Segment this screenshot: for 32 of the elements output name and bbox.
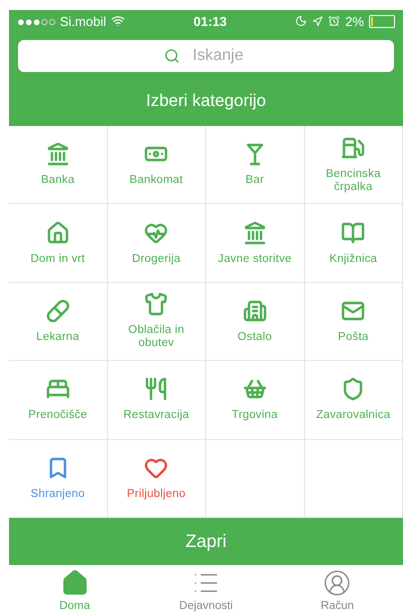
category-button[interactable]: Restavracija	[108, 361, 206, 440]
moon-icon	[295, 15, 308, 27]
battery-icon	[369, 14, 395, 28]
house-icon	[60, 568, 89, 597]
category-button[interactable]: Dom in vrt	[9, 204, 108, 283]
battery-percent: 2%	[345, 14, 364, 28]
category-button[interactable]: Drogerija	[108, 204, 206, 283]
clock-time: 01:13	[194, 14, 227, 28]
category-button[interactable]: Zavarovalnica	[304, 361, 403, 440]
category-button[interactable]: Pošta	[304, 282, 403, 362]
category-button[interactable]: Bankomat	[108, 126, 206, 204]
search-icon	[164, 48, 180, 64]
search-field[interactable]: Iskanje	[18, 40, 394, 72]
category-button[interactable]: Ostalo	[206, 282, 304, 362]
category-button[interactable]: Bencinska črpalka	[304, 126, 403, 204]
category-button[interactable]: Trgovina	[206, 361, 304, 440]
user-icon	[323, 568, 352, 597]
category-button[interactable]: Shranjeno	[9, 440, 108, 518]
location-arrow-icon	[312, 16, 324, 26]
category-button[interactable]: Priljubljeno	[108, 440, 206, 518]
category-button[interactable]: Oblačila in obutev	[108, 282, 206, 362]
close-button[interactable]: Zapri	[9, 518, 403, 565]
alarm-clock-icon	[328, 15, 340, 27]
category-button[interactable]: Banka	[9, 126, 108, 204]
category-button[interactable]: Prenočišče	[9, 361, 108, 440]
wifi-icon	[111, 14, 126, 28]
carrier-label: ●●●○○ Si.mobil	[17, 14, 106, 28]
category-button[interactable]: Lekarna	[9, 282, 108, 362]
category-button[interactable]: Knjižnica	[304, 204, 403, 283]
category-button[interactable]: Javne storitve	[206, 204, 304, 283]
category-title: Izberi kategorijo	[146, 91, 266, 111]
category-button[interactable]: Bar	[206, 126, 304, 204]
